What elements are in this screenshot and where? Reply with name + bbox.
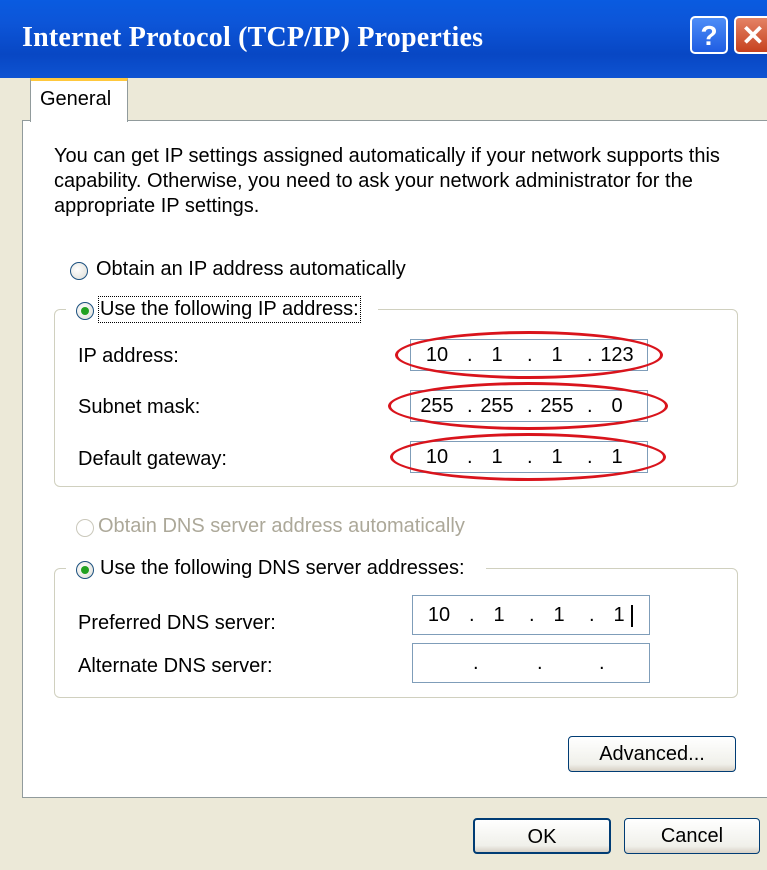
obtain-dns-auto-radio[interactable] xyxy=(76,519,94,537)
use-following-ip-label[interactable]: Use the following IP address: xyxy=(98,296,361,323)
preferred-dns-octet-3: 1 xyxy=(553,604,565,626)
use-following-ip-radio[interactable] xyxy=(76,302,94,320)
text-cursor xyxy=(631,605,633,627)
advanced-button[interactable]: Advanced... xyxy=(568,736,736,772)
annotation-circle-subnet xyxy=(388,382,668,430)
annotation-circle-gateway xyxy=(390,433,666,481)
use-following-dns-label[interactable]: Use the following DNS server addresses: xyxy=(100,557,465,580)
preferred-dns-octet-1: 10 xyxy=(427,604,451,626)
cancel-button[interactable]: Cancel xyxy=(624,818,760,854)
tab-general-label: General xyxy=(40,88,112,110)
default-gateway-label: Default gateway: xyxy=(78,448,227,470)
preferred-dns-octet-2: 1 xyxy=(493,604,505,626)
ip-address-label: IP address: xyxy=(78,345,179,367)
ok-button[interactable]: OK xyxy=(473,818,611,854)
preferred-dns-octet-4: 1 xyxy=(613,604,625,626)
description-text: You can get IP settings assigned automat… xyxy=(54,145,720,217)
obtain-ip-auto-radio[interactable] xyxy=(70,262,88,280)
obtain-dns-auto-label[interactable]: Obtain DNS server address automatically xyxy=(98,515,465,538)
subnet-mask-label: Subnet mask: xyxy=(78,396,201,418)
help-button[interactable]: ? xyxy=(690,16,728,54)
alternate-dns-field[interactable]: . . . xyxy=(412,643,650,683)
window-title: Internet Protocol (TCP/IP) Properties xyxy=(22,22,484,53)
use-following-dns-radio[interactable] xyxy=(76,561,94,579)
preferred-dns-label: Preferred DNS server: xyxy=(78,612,276,634)
annotation-circle-ip xyxy=(395,331,663,379)
obtain-ip-auto-label[interactable]: Obtain an IP address automatically xyxy=(96,258,406,281)
close-button[interactable]: ✕ xyxy=(734,16,767,54)
preferred-dns-field[interactable]: 10. 1. 1. 1 xyxy=(412,595,650,635)
alternate-dns-label: Alternate DNS server: xyxy=(78,655,273,677)
